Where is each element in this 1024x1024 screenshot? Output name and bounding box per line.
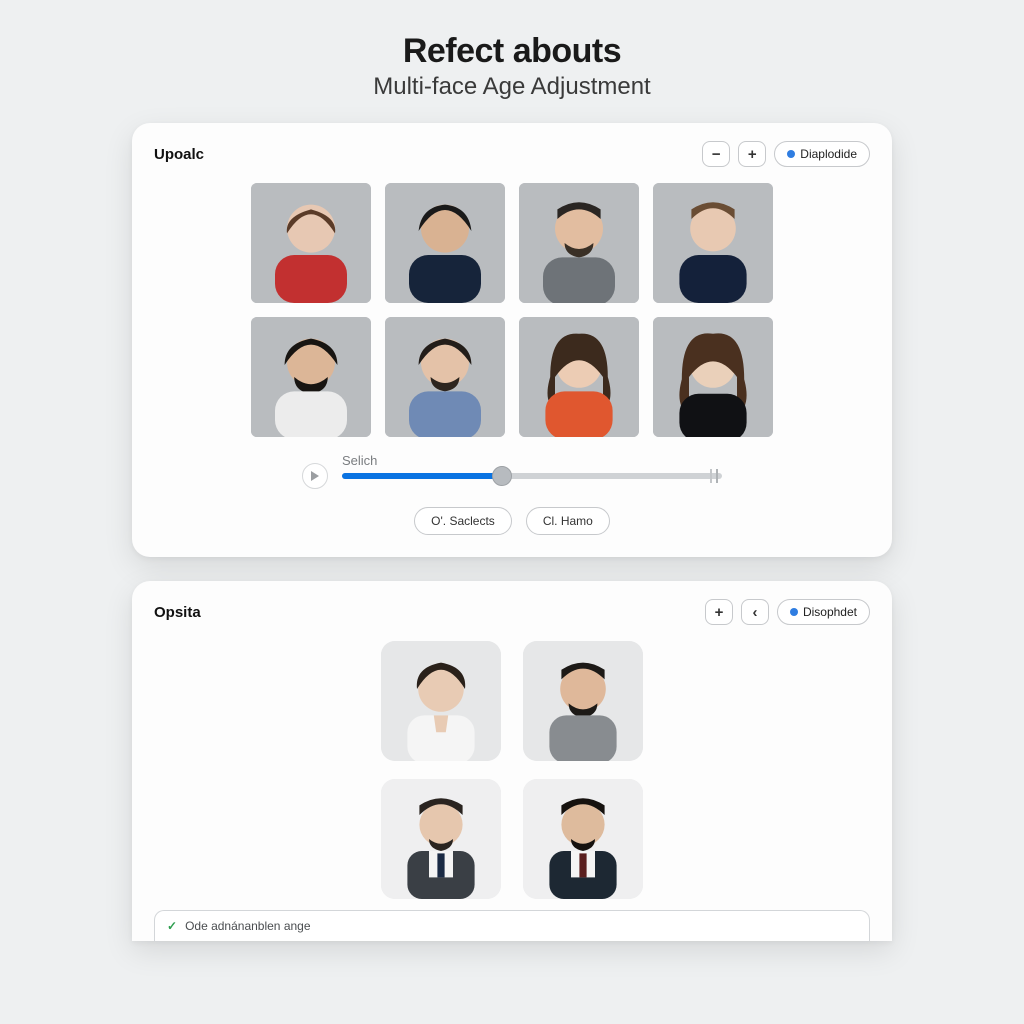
- result-grid: [154, 641, 870, 899]
- add-button[interactable]: +: [705, 599, 733, 625]
- slider-label: Selich: [342, 453, 377, 468]
- chevron-left-icon: ‹: [752, 604, 757, 621]
- status-text: Ode adnánanblen ange: [185, 919, 310, 933]
- play-button[interactable]: [302, 463, 328, 489]
- zoom-in-button[interactable]: +: [738, 141, 766, 167]
- play-icon: [310, 470, 320, 482]
- minus-icon: −: [712, 146, 721, 163]
- slider-track: [342, 473, 722, 479]
- download2-label: Disophdet: [803, 605, 857, 619]
- zoom-out-button[interactable]: −: [702, 141, 730, 167]
- face-tile[interactable]: [385, 317, 505, 437]
- slider-thumb[interactable]: [492, 466, 512, 486]
- slider-fill: [342, 473, 502, 479]
- plus-icon: +: [748, 146, 757, 163]
- face-tile[interactable]: [519, 183, 639, 303]
- slider-end-tick: [716, 469, 718, 483]
- face-tile[interactable]: [251, 317, 371, 437]
- face-tile[interactable]: [653, 183, 773, 303]
- face-tile[interactable]: [519, 317, 639, 437]
- select-button[interactable]: O'. Saclects: [414, 507, 512, 535]
- face-tile[interactable]: [251, 183, 371, 303]
- check-icon: ✓: [167, 919, 177, 933]
- result-tile[interactable]: [381, 641, 501, 761]
- clear-button[interactable]: Cl. Hamo: [526, 507, 610, 535]
- result-tile[interactable]: [523, 641, 643, 761]
- download-button[interactable]: Diaplodide: [774, 141, 870, 167]
- page-subtitle: Multi-face Age Adjustment: [0, 73, 1024, 101]
- result-tile[interactable]: [523, 779, 643, 899]
- download2-button[interactable]: Disophdet: [777, 599, 870, 625]
- page-title: Refect abouts: [0, 32, 1024, 71]
- download-icon: [787, 150, 795, 158]
- status-notice: ✓ Ode adnánanblen ange: [154, 910, 870, 941]
- face-tile[interactable]: [385, 183, 505, 303]
- back-button[interactable]: ‹: [741, 599, 769, 625]
- output-panel: Opsita + ‹ Disophdet ✓ Od: [132, 581, 892, 941]
- download-label: Diaplodide: [800, 147, 857, 161]
- face-tile[interactable]: [653, 317, 773, 437]
- result-tile[interactable]: [381, 779, 501, 899]
- panel1-title: Upoalc: [154, 146, 204, 163]
- plus-icon: +: [715, 604, 724, 621]
- upload-panel: Upoalc − + Diaplodide: [132, 123, 892, 557]
- download-icon: [790, 608, 798, 616]
- panel2-title: Opsita: [154, 604, 201, 621]
- face-grid: [154, 183, 870, 437]
- age-slider[interactable]: Selich: [342, 473, 722, 479]
